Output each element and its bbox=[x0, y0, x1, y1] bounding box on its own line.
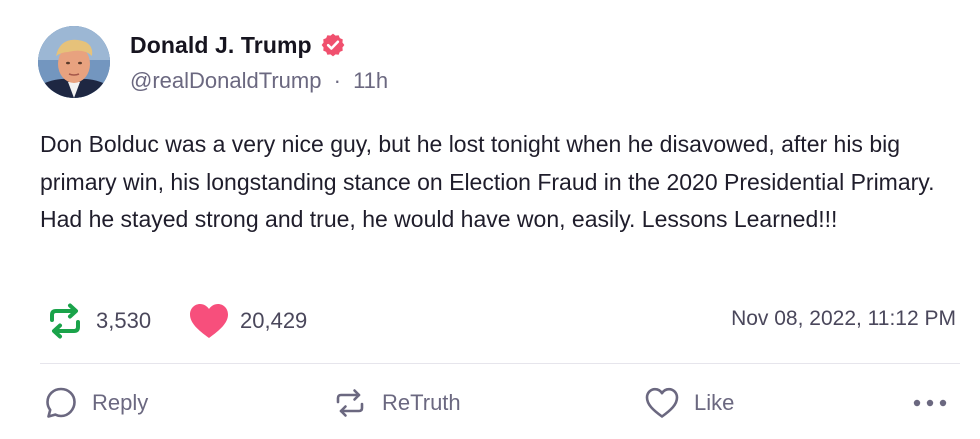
time-ago[interactable]: 11h bbox=[353, 68, 388, 94]
like-label: Like bbox=[694, 390, 735, 415]
retruth-label: ReTruth bbox=[382, 390, 461, 415]
avatar[interactable] bbox=[38, 26, 110, 98]
reply-button[interactable]: Reply bbox=[44, 381, 148, 425]
more-options-button[interactable] bbox=[912, 381, 948, 425]
separator-dot: · bbox=[333, 68, 341, 93]
comment-icon bbox=[46, 387, 76, 418]
reply-label: Reply bbox=[92, 390, 149, 415]
more-dots-icon bbox=[913, 399, 947, 407]
retruth-stat[interactable]: 3,530 bbox=[44, 299, 151, 343]
author-name[interactable]: Donald J. Trump bbox=[130, 32, 312, 59]
heart-icon bbox=[190, 304, 228, 338]
verified-badge-icon bbox=[320, 32, 346, 58]
author-row: Donald J. Trump bbox=[130, 30, 346, 60]
post-timestamp[interactable]: Nov 08, 2022, 11:12 PM bbox=[731, 307, 956, 331]
retruth-icon bbox=[336, 389, 364, 417]
like-count: 20,429 bbox=[240, 308, 308, 333]
retruth-button[interactable]: ReTruth bbox=[332, 381, 461, 425]
post-text: Don Bolduc was a very nice guy, but he l… bbox=[40, 131, 935, 232]
retruth-icon bbox=[50, 303, 80, 339]
like-stat[interactable]: 20,429 bbox=[188, 299, 307, 343]
avatar-image bbox=[38, 26, 110, 98]
heart-outline-icon bbox=[645, 387, 679, 418]
stats-row: 3,530 20,429 Nov 08, 2022, 11:12 PM bbox=[44, 299, 960, 343]
retruth-count: 3,530 bbox=[96, 308, 152, 333]
like-button[interactable]: Like bbox=[644, 381, 734, 425]
handle-row: @realDonaldTrump · 11h bbox=[130, 68, 388, 94]
action-bar: Reply ReTruth Like bbox=[44, 381, 964, 425]
divider bbox=[40, 363, 960, 364]
author-handle[interactable]: @realDonaldTrump bbox=[130, 68, 321, 94]
